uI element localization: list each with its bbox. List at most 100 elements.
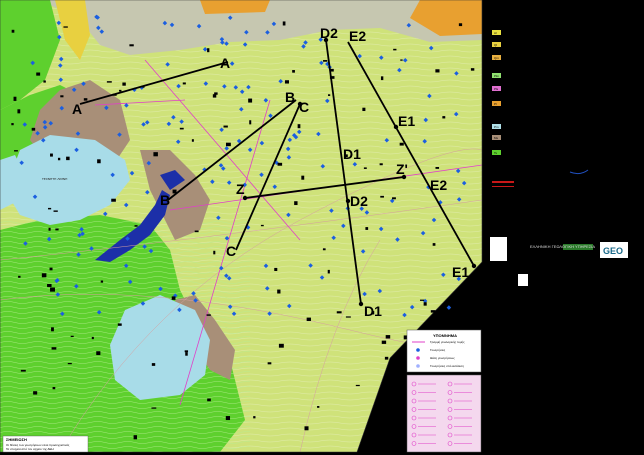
geologic-mark [277, 289, 281, 294]
geologic-mark [384, 356, 389, 360]
geologic-mark [151, 363, 156, 366]
geologic-mark [129, 44, 134, 47]
geologic-mark [301, 175, 305, 180]
label-A-start: A [72, 101, 82, 117]
geologic-mark [206, 314, 211, 316]
geologic-mark [432, 243, 436, 246]
geologic-mark [122, 82, 126, 86]
borehole-point [446, 305, 452, 310]
geologic-mark [336, 311, 342, 314]
geologic-mark [430, 322, 435, 327]
geologic-mark [284, 80, 289, 84]
geologic-mark [248, 98, 253, 103]
geologic-mark [179, 127, 184, 130]
geologic-mark [260, 224, 264, 227]
side-emblem [490, 237, 507, 261]
geologic-mark [36, 72, 41, 76]
label-C-end: C [299, 99, 309, 115]
logo-text: GEO [603, 246, 623, 256]
qr-emblem [518, 274, 528, 286]
legend-swatch-code: Qm [494, 56, 499, 60]
geologic-mark [50, 153, 53, 157]
geologic-mark [294, 201, 298, 206]
label-E1-bottom: E1 [452, 264, 469, 280]
geologic-mark [435, 69, 440, 73]
geologic-mark [171, 296, 176, 300]
geologic-mark [249, 120, 252, 125]
geologic-mark [83, 98, 88, 101]
geologic-mark [11, 123, 14, 126]
legend-swatch-code: Ql [494, 43, 497, 47]
label-D2-mid: D2 [350, 193, 368, 209]
note-line-1: Τα στοιχεία από τον αρχείο της ΔΕΗ [6, 447, 54, 451]
geologic-mark [67, 362, 72, 365]
label-A-end: A [220, 55, 230, 71]
geologic-mark [362, 107, 366, 112]
geologic-mark [212, 94, 217, 98]
label-D1-bottom: D1 [364, 303, 382, 319]
red-marker [492, 181, 514, 183]
label-B-end: B [285, 89, 295, 105]
blue-arc [569, 169, 589, 175]
geologic-mark [50, 287, 55, 292]
geologic-mark [328, 94, 331, 96]
label-B-start: B [160, 192, 170, 208]
label-D2-top: D2 [320, 25, 338, 41]
lake-label: ΤΕΧΝΗΤΗ ΛΙΜΝΗ [41, 177, 67, 181]
label-E1-mid: E1 [398, 113, 415, 129]
geologic-mark [91, 336, 94, 340]
geological-map: A A B B C C Z Z' D2 D1 D1 D2 E2 E1 E1 E2… [0, 0, 628, 453]
geologic-mark [191, 139, 194, 142]
geologic-mark [133, 435, 138, 440]
geologic-mark [327, 269, 330, 274]
geologic-mark [430, 310, 436, 313]
geologic-mark [17, 109, 21, 114]
geologic-mark [306, 317, 311, 322]
geologic-mark [297, 124, 301, 129]
geologic-mark [355, 384, 360, 387]
legend-swatch-code: Pm [494, 125, 499, 129]
geologic-mark [381, 340, 387, 344]
orange-zone-2 [200, 0, 270, 14]
geologic-mark [52, 386, 56, 390]
geologic-mark [11, 29, 15, 33]
geologic-mark [277, 162, 283, 166]
geologic-mark [60, 95, 64, 98]
geologic-mark [365, 227, 369, 230]
organization-name: ΕΛΛΗΝΙΚΗ ΓΕΩΛΟΓΙΚΗ ΥΠΗΡΕΣΙΑ [530, 244, 595, 249]
geologic-mark [153, 152, 158, 157]
geologic-mark [47, 283, 52, 287]
legend-swatch-code: Al [494, 31, 497, 35]
label-C-start: C [226, 243, 236, 259]
geologic-mark [49, 267, 53, 271]
geologic-mark [33, 391, 38, 395]
geologic-mark [322, 248, 326, 251]
geologic-mark [55, 228, 59, 231]
geologic-mark [111, 198, 116, 202]
geologic-mark [225, 416, 231, 421]
legend-swatch-code: Pl [494, 102, 497, 106]
label-Z-end: Z' [396, 161, 408, 177]
borehole-legend-box [406, 374, 482, 453]
geologic-mark [278, 343, 284, 348]
geologic-mark [423, 302, 427, 306]
geologic-mark [57, 157, 61, 161]
geologic-mark [31, 127, 36, 131]
geologic-mark [207, 398, 211, 402]
side-legend: Al Ql Qm Plm Pls Pl Pm Ms Ts [492, 30, 501, 155]
geologic-mark [393, 48, 397, 51]
geologic-mark [134, 225, 138, 227]
label-E2-mid: E2 [430, 177, 447, 193]
geologic-mark [470, 68, 475, 71]
geologic-mark [18, 275, 21, 278]
geologic-mark [14, 150, 18, 152]
geologic-mark [100, 280, 104, 283]
geologic-mark [223, 125, 228, 128]
legend-box: ΥΠΟΜΝΗΜΑ Γραμμή γεωλογικής τομής Γεωτρήσ… [406, 329, 482, 373]
geologic-mark [48, 227, 51, 231]
geologic-mark [106, 81, 112, 83]
red-marker-2 [492, 186, 514, 187]
label-E2-top: E2 [349, 28, 366, 44]
geologic-mark [194, 230, 199, 233]
legend-item-1: Γεωτρήσεις [430, 348, 446, 352]
